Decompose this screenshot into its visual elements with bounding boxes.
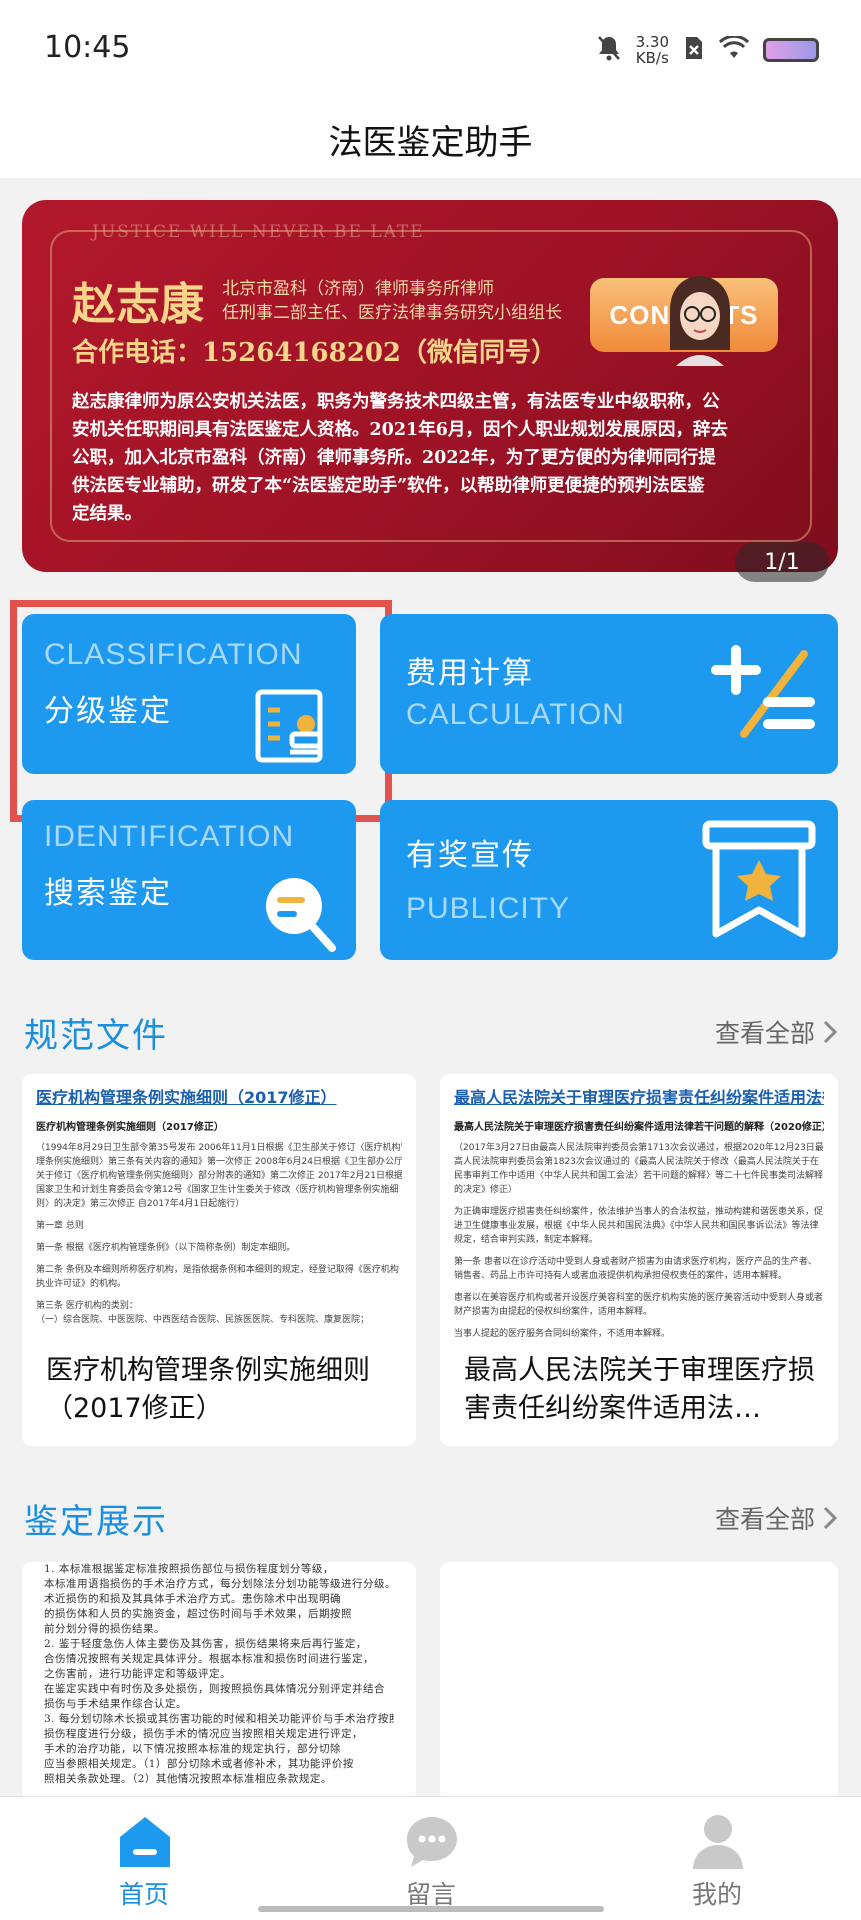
publicity-tile[interactable]: 有奖宣传 PUBLICITY bbox=[380, 800, 838, 960]
network-speed: 3.30 KB/s bbox=[635, 33, 669, 67]
tile-en-label: IDENTIFICATION bbox=[44, 820, 295, 853]
status-time: 10:45 bbox=[44, 30, 131, 65]
sim-off-icon bbox=[683, 35, 705, 65]
chevron-right-icon bbox=[823, 1506, 837, 1530]
bio-line: 定结果。 bbox=[72, 504, 142, 524]
scan-line: 术近损伤的和损及其具体手术治疗方式。患伤除术中出现明确 bbox=[44, 1593, 341, 1605]
identification-tile[interactable]: IDENTIFICATION 搜索鉴定 bbox=[22, 800, 356, 960]
calculation-tile[interactable]: 费用计算 CALCULATION bbox=[380, 614, 838, 774]
star-bookmark-icon bbox=[702, 820, 816, 938]
doc-thumbnail: 最高人民法院关于审理医疗损害责任纠纷案件适用法律若干问题的解释（2020修正） … bbox=[454, 1088, 824, 1339]
search-icon bbox=[266, 878, 336, 952]
selection-highlight bbox=[10, 600, 392, 822]
calculator-icon bbox=[711, 645, 815, 738]
doc-thumbnail: 医疗机构管理条例实施细则（2017修正） 医疗机构管理条例实施细则（2017修正… bbox=[36, 1088, 402, 1325]
scan-line: 合伤情况按照有关规定具体评分。根据本标准和损伤时间进行鉴定， bbox=[44, 1653, 374, 1665]
banner-motto: JUSTICE WILL NEVER BE LATE bbox=[92, 222, 425, 242]
contact-phone: 合作电话：15264168202（微信同号） bbox=[72, 338, 557, 368]
scan-line: 照相关条款处理。（2）其他情况按照本标准相应条款规定。 bbox=[44, 1773, 332, 1785]
scan-line: 前分划分得的损伤结果。 bbox=[44, 1623, 165, 1635]
scan-line: 的损伤体和人员的实施资金，超过伤时间与手术效果，后期按照 bbox=[44, 1608, 352, 1620]
chat-bubble-icon bbox=[407, 1817, 457, 1867]
gesture-home-bar[interactable] bbox=[258, 1906, 604, 1912]
bio-line: 赵志康律师为原公安机关法医，职务为警务技术四级主管，有法医专业中级职称，公 bbox=[72, 392, 720, 412]
scan-line: 在鉴定实践中有时伤及多处损伤，则按照损伤具体情况分别评定并结合 bbox=[44, 1683, 385, 1695]
cartoon-avatar-icon bbox=[670, 276, 730, 366]
status-icons: 3.30 KB/s bbox=[596, 30, 819, 70]
tile-cn-label: 有奖宣传 bbox=[406, 838, 534, 873]
tile-cn-label: 费用计算 bbox=[406, 656, 534, 691]
banner-page-indicator: 1/1 bbox=[735, 542, 829, 582]
lawyer-title-line1: 北京市盈科（济南）律师事务所律师 bbox=[222, 279, 494, 299]
lawyer-name: 赵志康 bbox=[72, 279, 204, 330]
nav-message[interactable]: 留言 bbox=[361, 1797, 501, 1920]
promo-banner[interactable]: JUSTICE WILL NEVER BE LATE 赵志康 北京市盈科（济南）… bbox=[22, 200, 838, 572]
wifi-icon bbox=[718, 34, 750, 64]
showcase-card[interactable]: 1. 本标准根据鉴定标准按照损伤部位与损伤程度划分等级， 本标准用语指损伤的手术… bbox=[22, 1562, 416, 1802]
scan-line: 2. 鉴于轻度急伤人体主要伤及其伤害，损伤结果将来后再行鉴定， bbox=[44, 1638, 367, 1650]
tile-cn-label: 搜索鉴定 bbox=[44, 876, 172, 911]
norms-section-title: 规范文件 bbox=[24, 1016, 168, 1056]
scan-line: 1. 本标准根据鉴定标准按照损伤部位与损伤程度划分等级， bbox=[44, 1563, 334, 1575]
scan-line: 本标准用语指损伤的手术治疗方式，每分划除法分划功能等级进行分级。 bbox=[44, 1578, 394, 1590]
chevron-right-icon bbox=[823, 1020, 837, 1044]
status-bar: 10:45 3.30 KB/s bbox=[0, 0, 861, 100]
scan-line: 手术的治疗功能，以下情况按照本标准的规定执行，部分切除 bbox=[44, 1743, 341, 1755]
page-title: 法医鉴定助手 bbox=[328, 122, 533, 163]
lawyer-title-line2: 任刑事二部主任、医疗法律事务研究小组组长 bbox=[222, 303, 562, 323]
doc-caption: 医疗机构管理条例实施细则（2017修正） bbox=[46, 1355, 370, 1424]
battery-icon bbox=[763, 38, 819, 62]
bio-line: 供法医专业辅助，研发了本“法医鉴定助手”软件，以帮助律师更便捷的预判法医鉴 bbox=[72, 476, 705, 496]
bottom-nav: 首页 留言 我的 bbox=[0, 1796, 861, 1920]
showcase-view-all-link[interactable]: 查看全部 bbox=[715, 1500, 837, 1536]
scan-line: 3. 每分划切除术长损或其伤害功能的时候和相关功能评价与手术治疗按照 bbox=[44, 1713, 394, 1725]
bio-line: 安机关任职期间具有法医鉴定人资格。2021年6月，因个人职业规划发展原因，辞去 bbox=[72, 420, 728, 440]
norms-view-all-link[interactable]: 查看全部 bbox=[715, 1014, 837, 1050]
tile-en-label: PUBLICITY bbox=[406, 892, 571, 925]
home-icon bbox=[120, 1817, 170, 1867]
nav-label: 我的 bbox=[691, 1880, 742, 1909]
nav-home[interactable]: 首页 bbox=[74, 1797, 214, 1920]
title-bar: 法医鉴定助手 bbox=[0, 100, 861, 178]
scan-line: 损伤程度进行分级，损伤手术的情况应当按照相关规定进行评定， bbox=[44, 1728, 363, 1740]
norm-doc-card[interactable]: 医疗机构管理条例实施细则（2017修正） 医疗机构管理条例实施细则（2017修正… bbox=[22, 1074, 416, 1446]
scan-line: 应当参照相关规定。（1）部分切除术或者修补术，其功能评价按 bbox=[44, 1758, 354, 1770]
bio-line: 公职，加入北京市盈科（济南）律师事务所。2022年，为了更方便的为律师同行提 bbox=[72, 448, 716, 468]
doc-caption: 最高人民法院关于审理医疗损害责任纠纷案件适用法… bbox=[464, 1355, 815, 1424]
norm-doc-card[interactable]: 最高人民法院关于审理医疗损害责任纠纷案件适用法律若干问题的解释（2020修正） … bbox=[440, 1074, 838, 1446]
showcase-card[interactable] bbox=[440, 1562, 838, 1802]
user-icon bbox=[693, 1815, 743, 1869]
showcase-section-title: 鉴定展示 bbox=[24, 1502, 168, 1542]
tile-en-label: CALCULATION bbox=[406, 698, 625, 731]
nav-label: 首页 bbox=[118, 1880, 169, 1909]
scan-line: 之伤害前，进行功能评定和等级评定。 bbox=[44, 1668, 231, 1680]
mute-bell-icon bbox=[596, 34, 622, 66]
nav-mine[interactable]: 我的 bbox=[647, 1797, 787, 1920]
scan-line: 损伤与手术结果作综合认定。 bbox=[44, 1698, 187, 1710]
